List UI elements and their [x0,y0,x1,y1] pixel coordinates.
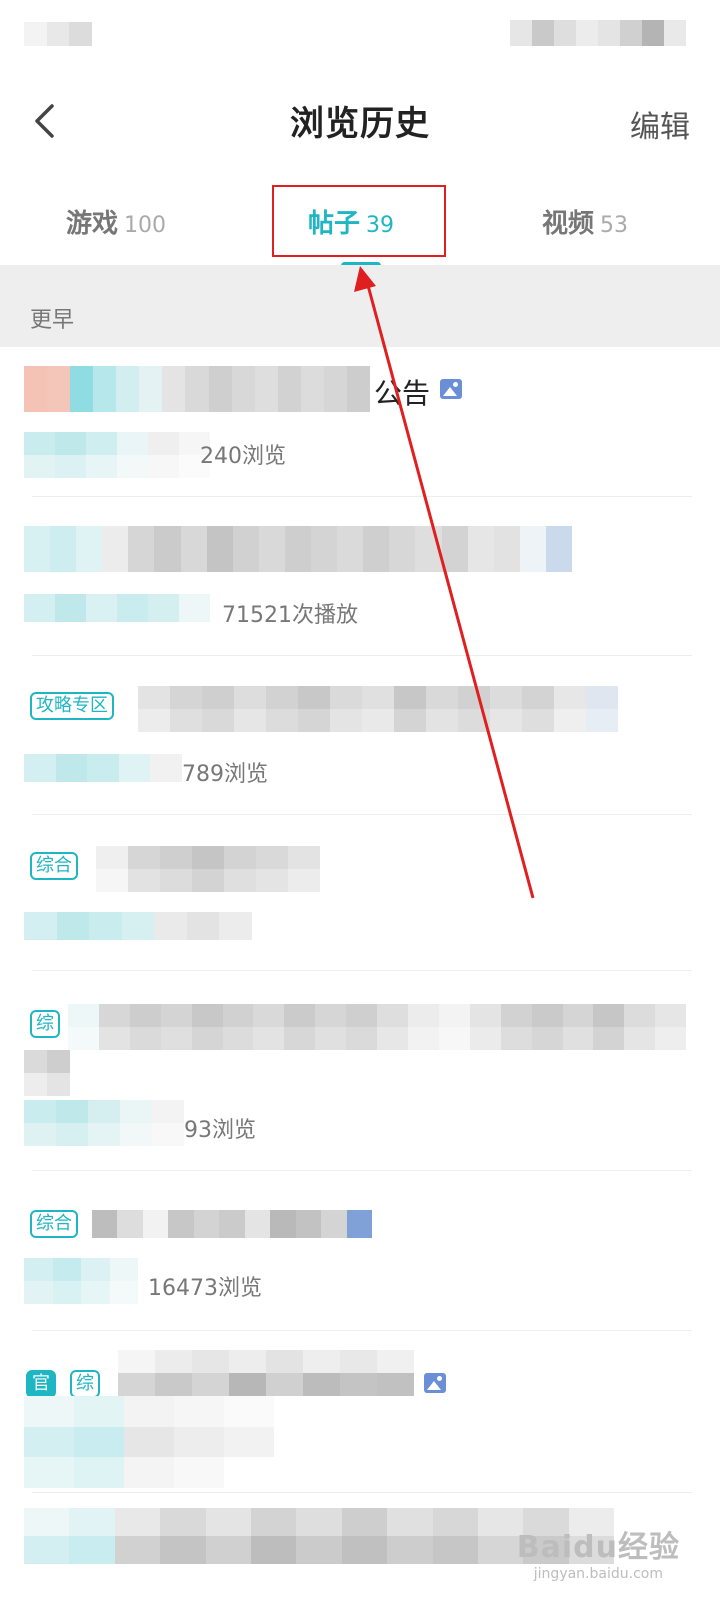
list-item-meta-blurred [24,754,182,782]
list-item-meta-blurred [24,912,253,940]
list-item-meta-blurred [24,432,210,478]
list-item-title-blurred [24,366,370,412]
list-item-title-blurred [92,1210,372,1238]
list-item-title-blurred [138,686,618,732]
category-tag: 攻略专区 [30,692,114,720]
list-item-meta-blurred [24,1396,274,1489]
tab-videos-label: 视频 [542,209,595,239]
list-item-title-blurred [118,1350,414,1396]
section-label: 更早 [30,308,75,333]
list-item-meta-blurred [24,1258,138,1304]
tab-videos[interactable]: 视频 53 [542,203,628,240]
list-item-title-blurred [96,846,320,892]
divider [32,970,692,971]
divider [32,1330,692,1331]
image-icon [424,1373,446,1393]
annotation-highlight-box [272,185,446,257]
tab-games[interactable]: 游戏 100 [66,203,166,240]
list-item-meta-blurred [24,1100,184,1146]
category-tag: 综 [30,1010,60,1038]
category-tag: 综合 [30,852,78,880]
category-tag: 综合 [30,1210,78,1238]
status-bar-right [510,20,686,46]
list-item-meta-blurred [24,594,210,622]
watermark-top: Baidu经验 [516,1530,680,1565]
tab-games-count: 100 [124,213,167,238]
status-bar-left [24,22,93,46]
list-item-meta: 16473浏览 [148,1276,262,1301]
image-icon [440,379,462,399]
list-item-meta: 789浏览 [182,762,268,787]
official-tag: 官 [26,1370,56,1398]
list-item-meta: 240浏览 [200,444,286,469]
divider [32,814,692,815]
category-tag: 综 [70,1370,100,1398]
edit-button[interactable]: 编辑 [630,102,690,146]
tab-games-label: 游戏 [66,209,119,239]
list-item-title-tail: 公告 [374,377,431,410]
divider [32,655,692,656]
list-item-title-blurred [68,1004,687,1050]
watermark-logo: Baidu经验 jingyan.baidu.com [517,1522,680,1582]
divider [32,1170,692,1171]
list-item-title-blurred [24,526,572,572]
list-item-meta: 71521次播放 [222,603,358,628]
list-item-title-blurred [24,1050,70,1096]
section-header [0,265,720,347]
divider [32,1492,692,1493]
watermark-bottom: jingyan.baidu.com [533,1566,663,1582]
divider [32,496,692,497]
tab-videos-count: 53 [600,213,629,238]
page-title: 浏览历史 [290,104,430,144]
list-item-meta: 93浏览 [184,1118,256,1143]
